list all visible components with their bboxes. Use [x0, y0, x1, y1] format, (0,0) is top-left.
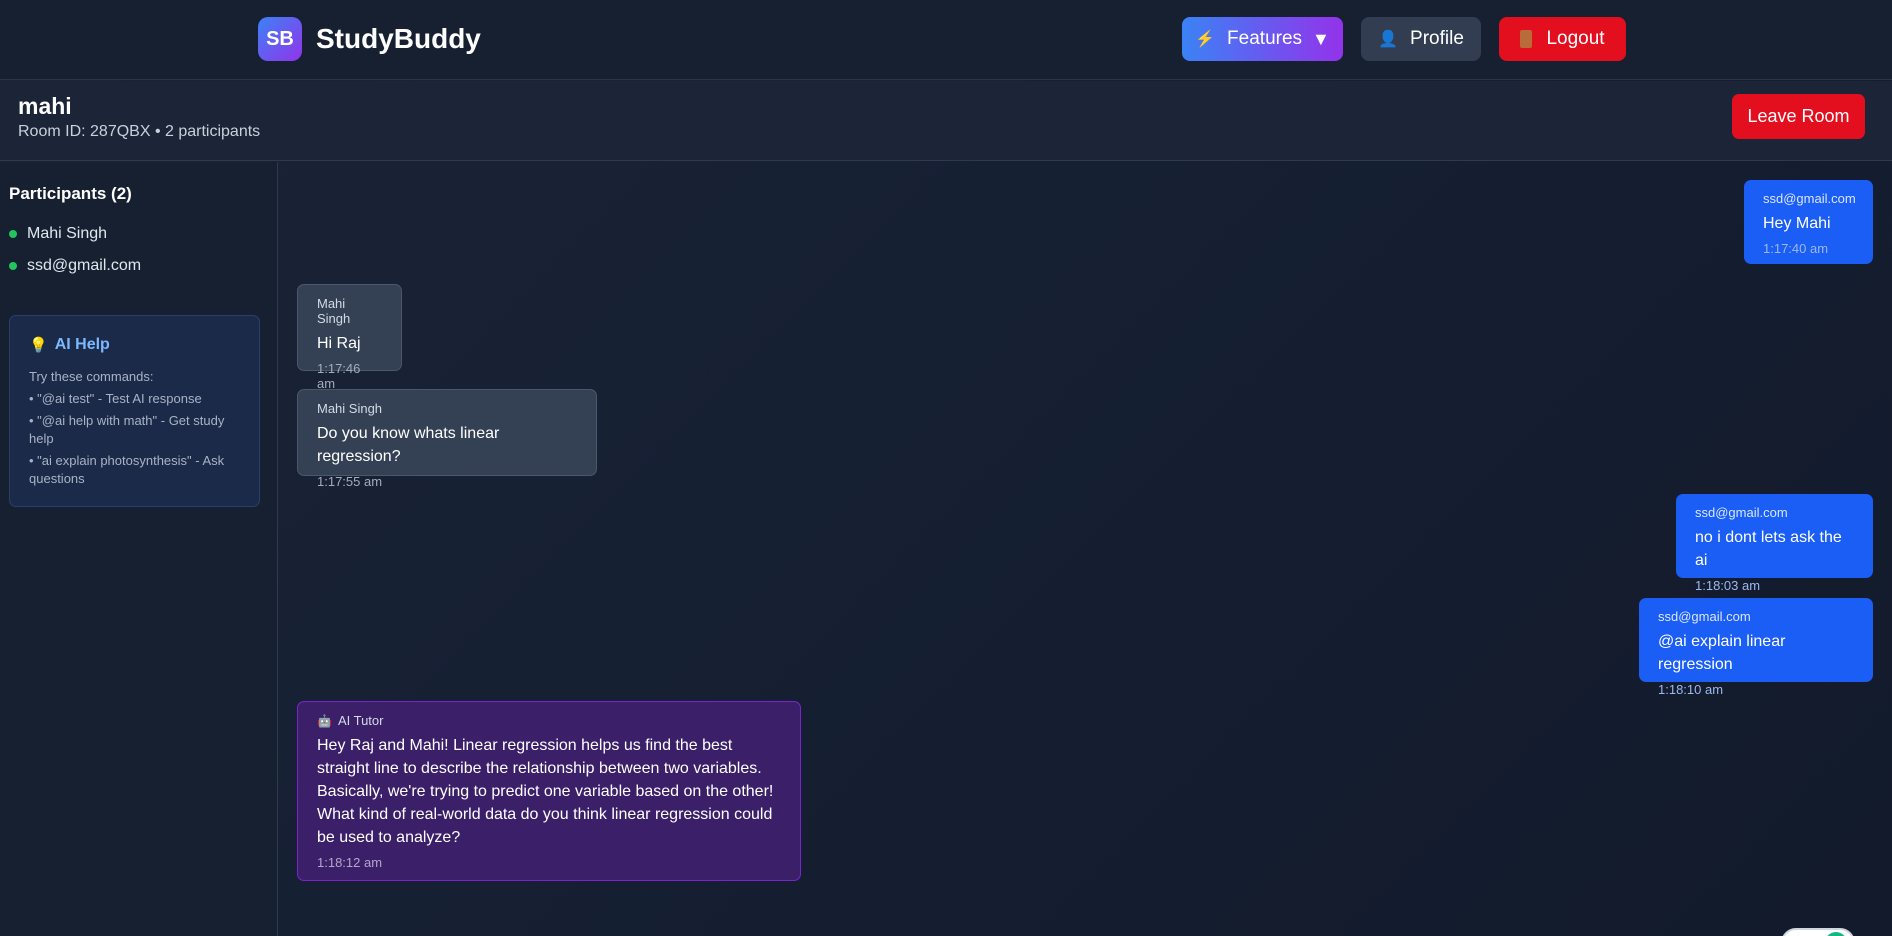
message-time: 1:17:55 am: [317, 474, 383, 489]
brand[interactable]: SB StudyBuddy: [258, 17, 481, 61]
chat-messages[interactable]: ssd@gmail.com Hey Mahi 1:17:40 am Mahi S…: [279, 162, 1892, 936]
online-status-icon: [9, 262, 17, 270]
message-time: 1:18:12 am: [317, 855, 383, 870]
message-bubble: ssd@gmail.com Hey Mahi 1:17:40 am: [1744, 180, 1873, 264]
message-bubble: Mahi Singh Hi Raj 1:17:46 am: [297, 284, 402, 391]
toggle-knob: [1825, 932, 1847, 936]
participant-name: Mahi Singh: [27, 225, 108, 242]
message-text: Hi Raj: [317, 335, 361, 352]
participant-name: ssd@gmail.com: [27, 257, 142, 274]
message-text: @ai explain linear regression: [1658, 633, 1786, 673]
person-icon: 👤: [1378, 31, 1399, 48]
features-label: Features: [1227, 28, 1303, 49]
lightning-bolt-icon: ⚡: [1195, 31, 1216, 48]
lightbulb-icon: 💡: [29, 337, 48, 354]
message-time: 1:17:40 am: [1763, 241, 1829, 256]
message-sender: Mahi Singh: [317, 296, 351, 326]
profile-label: Profile: [1410, 28, 1464, 49]
ai-help-title: 💡 AI Help: [29, 336, 110, 354]
ai-help-command: • "@ai test" - Test AI response: [29, 391, 202, 406]
message-sender: ssd@gmail.com: [1763, 191, 1856, 206]
message-bubble: Mahi Singh Do you know whats linear regr…: [297, 389, 597, 489]
online-status-icon: [9, 230, 17, 238]
room-meta: Room ID: 287QBX • 2 participants: [18, 123, 261, 140]
message-text: Do you know whats linear regression?: [317, 425, 500, 465]
message-time: 1:18:10 am: [1658, 682, 1724, 697]
ai-help-command: • "@ai help with math" - Get study help: [29, 413, 225, 446]
message-sender: 🤖 AI Tutor: [317, 713, 781, 728]
ai-help-title-text: AI Help: [54, 336, 110, 353]
room-name: mahi: [18, 93, 72, 119]
profile-button[interactable]: 👤 Profile: [1361, 17, 1481, 61]
brand-logo: SB: [258, 17, 302, 61]
logout-label: Logout: [1546, 28, 1605, 49]
message-time: 1:17:46 am: [317, 361, 361, 391]
chevron-down-icon: ▼: [1312, 28, 1330, 49]
ai-help-panel: 💡 AI Help Try these commands: • "@ai tes…: [9, 315, 260, 507]
ai-help-command: • "ai explain photosynthesis" - Ask ques…: [29, 453, 225, 486]
participant-item: ssd@gmail.com: [9, 257, 141, 275]
features-button[interactable]: ⚡ Features ▼: [1182, 17, 1343, 61]
logout-button[interactable]: Logout: [1499, 17, 1626, 61]
message-text: Hey Mahi: [1763, 215, 1831, 232]
brand-name: StudyBuddy: [316, 23, 481, 54]
participant-item: Mahi Singh: [9, 225, 107, 243]
door-icon: [1520, 30, 1533, 48]
robot-icon: 🤖: [317, 713, 332, 728]
ai-help-intro: Try these commands:: [29, 369, 154, 384]
ai-help-body: Try these commands: • "@ai test" - Test …: [29, 368, 251, 492]
message-text: no i dont lets ask the ai: [1695, 529, 1842, 569]
message-text: Hey Raj and Mahi! Linear regression help…: [317, 737, 774, 846]
message-time: 1:18:03 am: [1695, 578, 1761, 593]
leave-room-button[interactable]: Leave Room: [1732, 94, 1865, 139]
message-sender: ssd@gmail.com: [1658, 609, 1751, 624]
ai-message-bubble: 🤖 AI Tutor Hey Raj and Mahi! Linear regr…: [297, 701, 801, 881]
room-header: mahi Room ID: 287QBX • 2 participants Le…: [0, 81, 1892, 161]
theme-toggle[interactable]: [1781, 928, 1855, 936]
message-bubble: ssd@gmail.com @ai explain linear regress…: [1639, 598, 1873, 697]
participants-title: Participants (2): [9, 184, 132, 203]
top-navbar: SB StudyBuddy ⚡ Features ▼ 👤 Profile Log…: [0, 0, 1892, 80]
message-sender: Mahi Singh: [317, 401, 383, 416]
message-sender: ssd@gmail.com: [1695, 505, 1788, 520]
message-bubble: ssd@gmail.com no i dont lets ask the ai …: [1676, 494, 1873, 593]
sidebar: Participants (2) Mahi Singh ssd@gmail.co…: [0, 162, 278, 936]
ai-sender-name: AI Tutor: [337, 713, 384, 728]
